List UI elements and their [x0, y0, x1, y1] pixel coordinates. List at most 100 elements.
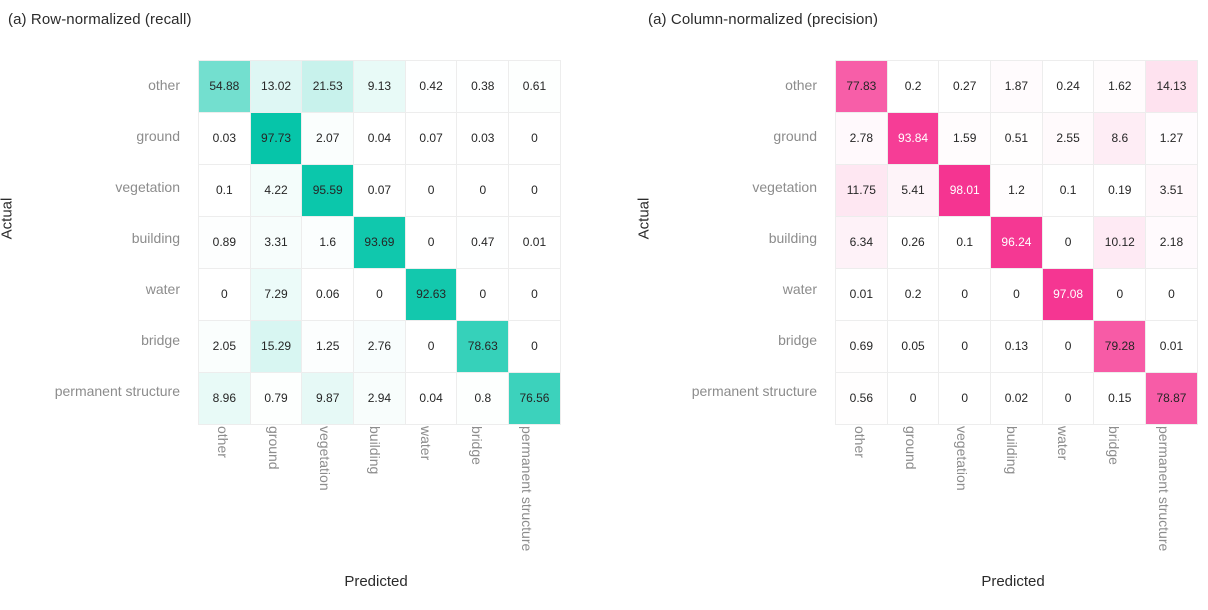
matrix-row: 77.83 0.2 0.27 1.87 0.24 1.62 14.13	[835, 60, 1198, 113]
cell-value: 13.02	[261, 79, 292, 93]
cell-value: 0.19	[1108, 183, 1132, 197]
matrix-cell: 5.41	[886, 164, 940, 217]
matrix-cell: 6.34	[835, 216, 888, 269]
matrix-row: 0.01 0.2 0 0 97.08 0 0	[835, 268, 1198, 321]
cell-value: 21.53	[312, 79, 343, 93]
cell-value: 97.73	[261, 131, 292, 145]
cell-value: 0	[531, 339, 538, 353]
matrix-cell: 0.2	[886, 60, 940, 113]
matrix-cell: 1.87	[990, 60, 1043, 113]
cell-value: 0.61	[522, 79, 547, 93]
cell-value: 8.6	[1111, 131, 1129, 145]
panel-title-column-normalized: (a) Column-normalized (precision)	[648, 11, 879, 28]
cell-value: 2.55	[1056, 131, 1080, 145]
matrix-cell: 0.51	[990, 112, 1043, 165]
matrix-cell: 95.59	[301, 164, 355, 217]
cell-value: 0.1	[216, 183, 233, 197]
cell-value: 0	[479, 183, 487, 197]
matrix-row: 0.03 97.73 2.07 0.04 0.07 0.03 0	[198, 112, 561, 165]
matrix-cell: 14.13	[1145, 60, 1198, 113]
cell-value: 0	[479, 287, 487, 301]
matrix-cell: 0.03	[456, 112, 510, 165]
cell-value: 6.34	[849, 235, 874, 249]
matrix-cell: 0	[1093, 268, 1147, 321]
matrix-cell: 0	[508, 112, 561, 165]
cell-value: 97.08	[1053, 287, 1084, 301]
row-labels-left: other ground vegetation building water bridge…	[10, 60, 190, 417]
matrix-cell: 0.1	[1041, 164, 1095, 217]
matrix-cell: 0	[938, 268, 992, 321]
cell-value: 0.1	[956, 235, 974, 249]
cell-value: 0.38	[471, 79, 495, 93]
matrix-row: 6.34 0.26 0.1 96.24 0 10.12 2.18	[835, 216, 1198, 269]
row-label: other	[785, 77, 817, 93]
matrix-cell: 2.05	[198, 320, 251, 373]
matrix-cell: 0.15	[1093, 372, 1147, 425]
cell-value: 0.51	[1004, 131, 1029, 145]
matrix-cell: 1.59	[938, 112, 992, 165]
matrix-cell: 0.89	[198, 216, 251, 269]
cell-value: 93.69	[364, 235, 395, 249]
matrix-cell: 54.88	[198, 60, 251, 113]
matrix-cell: 98.01	[938, 164, 992, 217]
cell-value: 77.83	[846, 79, 877, 93]
matrix-cell: 0.56	[835, 372, 888, 425]
matrix-row: 11.75 5.41 98.01 1.2 0.1 0.19 3.51	[835, 164, 1198, 217]
cell-value: 0.06	[316, 287, 340, 301]
column-label: bridge	[1105, 426, 1122, 465]
matrix-cell: 0	[886, 372, 940, 425]
matrix-cell: 96.24	[990, 216, 1043, 269]
matrix-cell: 0.19	[1093, 164, 1147, 217]
matrix-cell: 0.38	[456, 60, 510, 113]
cell-value: 0	[1168, 287, 1175, 301]
row-label: vegetation	[752, 179, 817, 195]
matrix-cell: 0	[508, 164, 561, 217]
matrix-cell: 0.01	[835, 268, 888, 321]
cell-value: 3.51	[1159, 183, 1184, 197]
cell-value: 1.6	[319, 235, 337, 249]
matrix-cell: 0	[990, 268, 1043, 321]
matrix-cell: 76.56	[508, 372, 561, 425]
cell-value: 98.01	[949, 183, 980, 197]
matrix-cell: 9.87	[301, 372, 355, 425]
cell-value: 0.02	[1004, 391, 1029, 405]
matrix-cell: 77.83	[835, 60, 888, 113]
cell-value: 0	[221, 287, 228, 301]
cell-value: 0.8	[474, 391, 492, 405]
matrix-cell: 0	[456, 164, 510, 217]
cell-value: 0	[531, 287, 538, 301]
column-label: water	[1055, 426, 1072, 461]
cell-value: 54.88	[209, 79, 240, 93]
cell-value: 10.12	[1104, 235, 1135, 249]
matrix-cell: 3.31	[249, 216, 303, 269]
cell-value: 0.03	[471, 131, 495, 145]
panel-title-row-normalized: (a) Row-normalized (recall)	[8, 11, 192, 28]
matrix-cell: 93.69	[353, 216, 406, 269]
x-axis-label-left: Predicted	[344, 573, 408, 590]
matrix-cell: 1.27	[1145, 112, 1198, 165]
confusion-matrix-column-normalized: 77.83 0.2 0.27 1.87 0.24 1.62 14.13 2.78 93.84 1.…	[835, 60, 1198, 425]
matrix-cell: 15.29	[249, 320, 303, 373]
cell-value: 0.24	[1056, 79, 1080, 93]
cell-value: 0	[1064, 339, 1072, 353]
matrix-cell: 78.63	[456, 320, 510, 373]
cell-value: 76.56	[519, 391, 550, 405]
matrix-cell: 3.51	[1145, 164, 1198, 217]
cell-value: 0	[427, 183, 435, 197]
matrix-cell: 2.78	[835, 112, 888, 165]
matrix-cell: 0.69	[835, 320, 888, 373]
cell-value: 0.15	[1108, 391, 1132, 405]
matrix-cell: 1.25	[301, 320, 355, 373]
matrix-cell: 0.61	[508, 60, 561, 113]
cell-value: 9.87	[316, 391, 340, 405]
matrix-body-left: 54.88 13.02 21.53 9.13 0.42 0.38 0.61 0.03 97.73…	[198, 60, 561, 425]
column-label: water	[418, 426, 435, 461]
cell-value: 78.63	[467, 339, 498, 353]
cell-value: 0	[531, 131, 538, 145]
cell-value: 0.07	[367, 183, 392, 197]
matrix-cell: 0	[1041, 372, 1095, 425]
row-label: water	[145, 281, 180, 297]
row-label: bridge	[778, 332, 817, 348]
cell-value: 0.01	[1159, 339, 1184, 353]
matrix-cell: 0	[1145, 268, 1198, 321]
